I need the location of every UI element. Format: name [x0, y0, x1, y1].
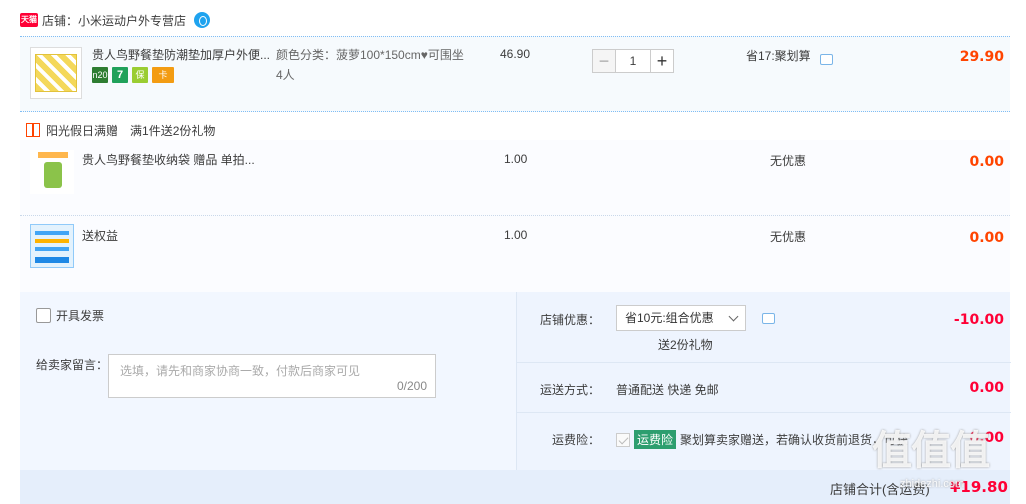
service-icons: n20 7 保 卡 [92, 67, 174, 83]
item-discount: 省17:聚划算 [746, 49, 811, 63]
insurance-label: 运费险： [552, 433, 601, 447]
rights-image-line-icon [35, 257, 69, 263]
gift-icon [26, 123, 40, 137]
item-thumbnail[interactable] [30, 47, 82, 99]
shop-discount-note: 送2份礼物 [658, 338, 713, 352]
quantity-stepper: − 1 + [592, 49, 674, 73]
tmall-logo-icon: 天猫 [20, 13, 38, 27]
huabei-icon[interactable]: n20 [92, 67, 108, 83]
gift-row: 送权益 1.00 无优惠 0.00 [20, 216, 1010, 292]
insurance-tag: 运费险 [634, 430, 677, 449]
gift-total: 0.00 [969, 154, 1004, 170]
qty-plus-button[interactable]: + [650, 49, 674, 73]
message-placeholder: 选填，请先和商家协商一致，付款后商家可见 [120, 364, 361, 378]
seller-message-input[interactable]: 选填，请先和商家协商一致，付款后商家可见 0/200 [108, 354, 436, 398]
divider [517, 362, 1011, 363]
picnic-mat-image-icon [35, 54, 77, 92]
gift-promo-header: 阳光假日满赠 满1件送2份礼物 [26, 122, 215, 138]
rights-image-line-icon [35, 239, 69, 243]
credit-card-icon[interactable]: 卡 [152, 67, 174, 83]
rights-image-line-icon [35, 247, 69, 251]
item-total: 29.90 [959, 49, 1004, 65]
shop-discount-amount: -10.00 [953, 312, 1004, 328]
cart-item-row: 贵人鸟野餐垫防潮垫加厚户外便... n20 7 保 卡 颜色分类：菠萝100*1… [20, 36, 1010, 112]
gift-total: 0.00 [969, 230, 1004, 246]
promo-rule: 满1件送2份礼物 [130, 123, 216, 138]
gift-discount: 无优惠 [770, 154, 807, 168]
gift-row: 贵人鸟野餐垫收纳袋 赠品 单拍... 1.00 无优惠 0.00 [20, 140, 1010, 216]
shop-total-row: 店铺合计(含运费) ¥19.80 [20, 470, 1010, 504]
item-title-link[interactable]: 贵人鸟野餐垫防潮垫加厚户外便... [92, 47, 272, 63]
insurance-checkbox[interactable] [616, 432, 630, 447]
discount-detail-icon[interactable] [820, 54, 833, 65]
rights-image-line-icon [35, 231, 69, 235]
shipping-method: 普通配送 快递 免邮 [616, 383, 719, 397]
gift-title-link[interactable]: 贵人鸟野餐垫收纳袋 赠品 单拍... [82, 152, 255, 168]
invoice-option[interactable]: 开具发票 [36, 307, 104, 324]
qty-minus-button[interactable]: − [592, 49, 616, 73]
unit-price: 46.90 [500, 47, 531, 61]
item-sku: 颜色分类：菠萝100*150cm♥可围坐4人 [276, 48, 464, 82]
shop-name-link[interactable]: 店铺：小米运动户外专营店 [42, 12, 186, 29]
shop-header: 天猫 店铺：小米运动户外专营店 [20, 10, 211, 30]
shop-discount-selected: 省10元:组合优惠 [625, 311, 714, 325]
gift-discount: 无优惠 [770, 230, 807, 244]
watermark-url: zhidezhi.com [900, 478, 965, 490]
invoice-label: 开具发票 [56, 309, 105, 323]
message-counter: 0/200 [396, 379, 427, 393]
message-label: 给卖家留言： [36, 358, 109, 372]
gift-thumbnail[interactable] [30, 150, 74, 194]
gift-thumbnail[interactable] [30, 224, 74, 268]
gift-price: 1.00 [504, 152, 528, 166]
wangwang-chat-icon[interactable] [194, 12, 211, 28]
shop-discount-select[interactable]: 省10元:组合优惠 [616, 305, 746, 331]
insurance-option: 运费险 聚划算卖家赠送，若确认收货前退货，可获 [616, 430, 908, 449]
guarantee-icon[interactable]: 保 [132, 67, 148, 83]
shipping-amount: 0.00 [969, 380, 1004, 396]
gift-title-link[interactable]: 送权益 [82, 228, 118, 244]
shipping-label: 运送方式： [540, 383, 601, 397]
qty-input[interactable]: 1 [616, 49, 650, 73]
storage-bag-image-icon [44, 162, 62, 188]
chevron-down-icon [728, 311, 739, 322]
gift-image-banner-icon [38, 152, 68, 158]
discount-detail-icon[interactable] [762, 313, 775, 324]
promo-name: 阳光假日满赠 [46, 123, 119, 138]
gift-price: 1.00 [504, 228, 528, 242]
shop-discount-label: 店铺优惠： [540, 313, 601, 327]
watermark-logo: 值 值 值 [872, 429, 990, 473]
seven-day-return-icon[interactable]: 7 [112, 67, 128, 83]
invoice-checkbox[interactable] [36, 308, 51, 323]
divider [517, 412, 1011, 413]
